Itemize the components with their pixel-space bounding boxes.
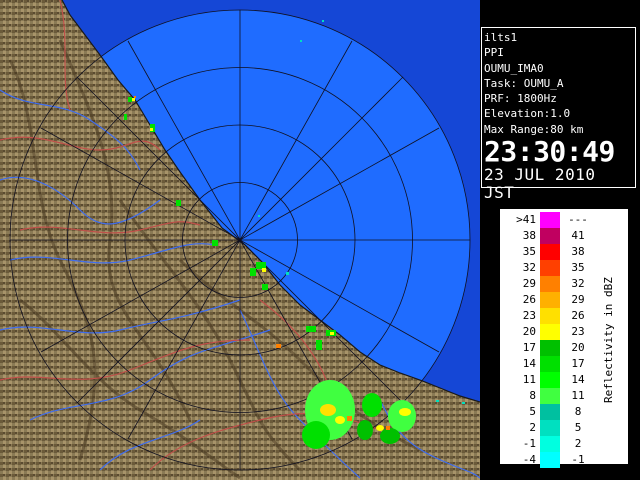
legend-swatch	[540, 436, 560, 452]
legend-lower-bound: 32	[522, 261, 536, 274]
legend-lower-bound: -4	[522, 453, 536, 466]
radar-info-panel: ilts1 PPI OUMU_IMA0 Task: OUMU_A PRF: 18…	[481, 27, 636, 202]
legend-swatch	[540, 404, 560, 420]
legend-upper-bound: 26	[571, 309, 585, 322]
legend-swatch	[540, 324, 560, 340]
legend-upper-bound: 38	[571, 245, 585, 258]
legend-upper-bound: 8	[574, 405, 582, 418]
legend-swatch	[540, 388, 560, 404]
legend-lower-bound: 29	[522, 277, 536, 290]
legend-swatch	[540, 244, 560, 260]
legend-swatch	[540, 356, 560, 372]
legend-swatch	[540, 372, 560, 388]
legend-upper-bound: 41	[571, 229, 585, 242]
info-scan-type: PPI	[484, 46, 504, 60]
legend-swatch	[540, 452, 560, 468]
legend-lower-bound: 35	[522, 245, 536, 258]
legend-upper-bound: 5	[574, 421, 582, 434]
legend-lower-bound: 20	[522, 325, 536, 338]
legend-swatch	[540, 340, 560, 356]
info-task: Task: OUMU_A	[484, 76, 564, 90]
legend-upper-bound: 23	[571, 325, 585, 338]
legend-lower-bound: 17	[522, 341, 536, 354]
info-elevation: Elevation:1.0	[484, 107, 571, 121]
info-station: ilts1	[484, 31, 518, 44]
legend-lower-bound: 14	[522, 357, 536, 370]
legend-title-text: Reflectivity in dBZ	[602, 277, 615, 403]
legend-lower-bound: >41	[516, 213, 536, 226]
legend-upper-bound: 17	[571, 357, 585, 370]
legend-lower-bound: 11	[522, 373, 536, 386]
legend-swatch	[540, 228, 560, 244]
legend-lower-bound: 23	[522, 309, 536, 322]
legend-upper-bound: 32	[571, 277, 585, 290]
legend-lower-bound: 5	[529, 405, 536, 418]
legend-swatch	[540, 292, 560, 308]
legend-lower-bound: 8	[529, 389, 536, 402]
legend-upper-bound: 2	[574, 437, 582, 450]
legend-upper-bound: 14	[571, 373, 585, 386]
legend-swatch	[540, 260, 560, 276]
legend-upper-bound: -1	[571, 453, 585, 466]
legend-upper-bound: 29	[571, 293, 585, 306]
legend-lower-bound: 26	[522, 293, 536, 306]
legend-upper-bound: 11	[571, 389, 585, 402]
legend-upper-bound: 35	[571, 261, 585, 274]
legend-swatch	[540, 276, 560, 292]
legend-lower-bound: 2	[529, 421, 536, 434]
legend-swatch	[540, 420, 560, 436]
info-prf: PRF: 1800Hz	[484, 92, 557, 106]
legend-upper-bound: 20	[571, 341, 585, 354]
legend-upper-bound: ---	[568, 213, 588, 226]
info-product: OUMU_IMA0	[484, 61, 544, 75]
radar-ppi-map	[0, 0, 480, 480]
legend-lower-bound: 38	[522, 229, 536, 242]
legend-title: Reflectivity in dBZ	[602, 277, 615, 403]
legend-swatch	[540, 212, 560, 228]
scan-time: 23:30:49	[484, 135, 615, 169]
legend-lower-bound: -1	[522, 437, 536, 450]
legend-swatch	[540, 308, 560, 324]
scan-date: 23 JUL 2010 JST	[484, 165, 596, 203]
